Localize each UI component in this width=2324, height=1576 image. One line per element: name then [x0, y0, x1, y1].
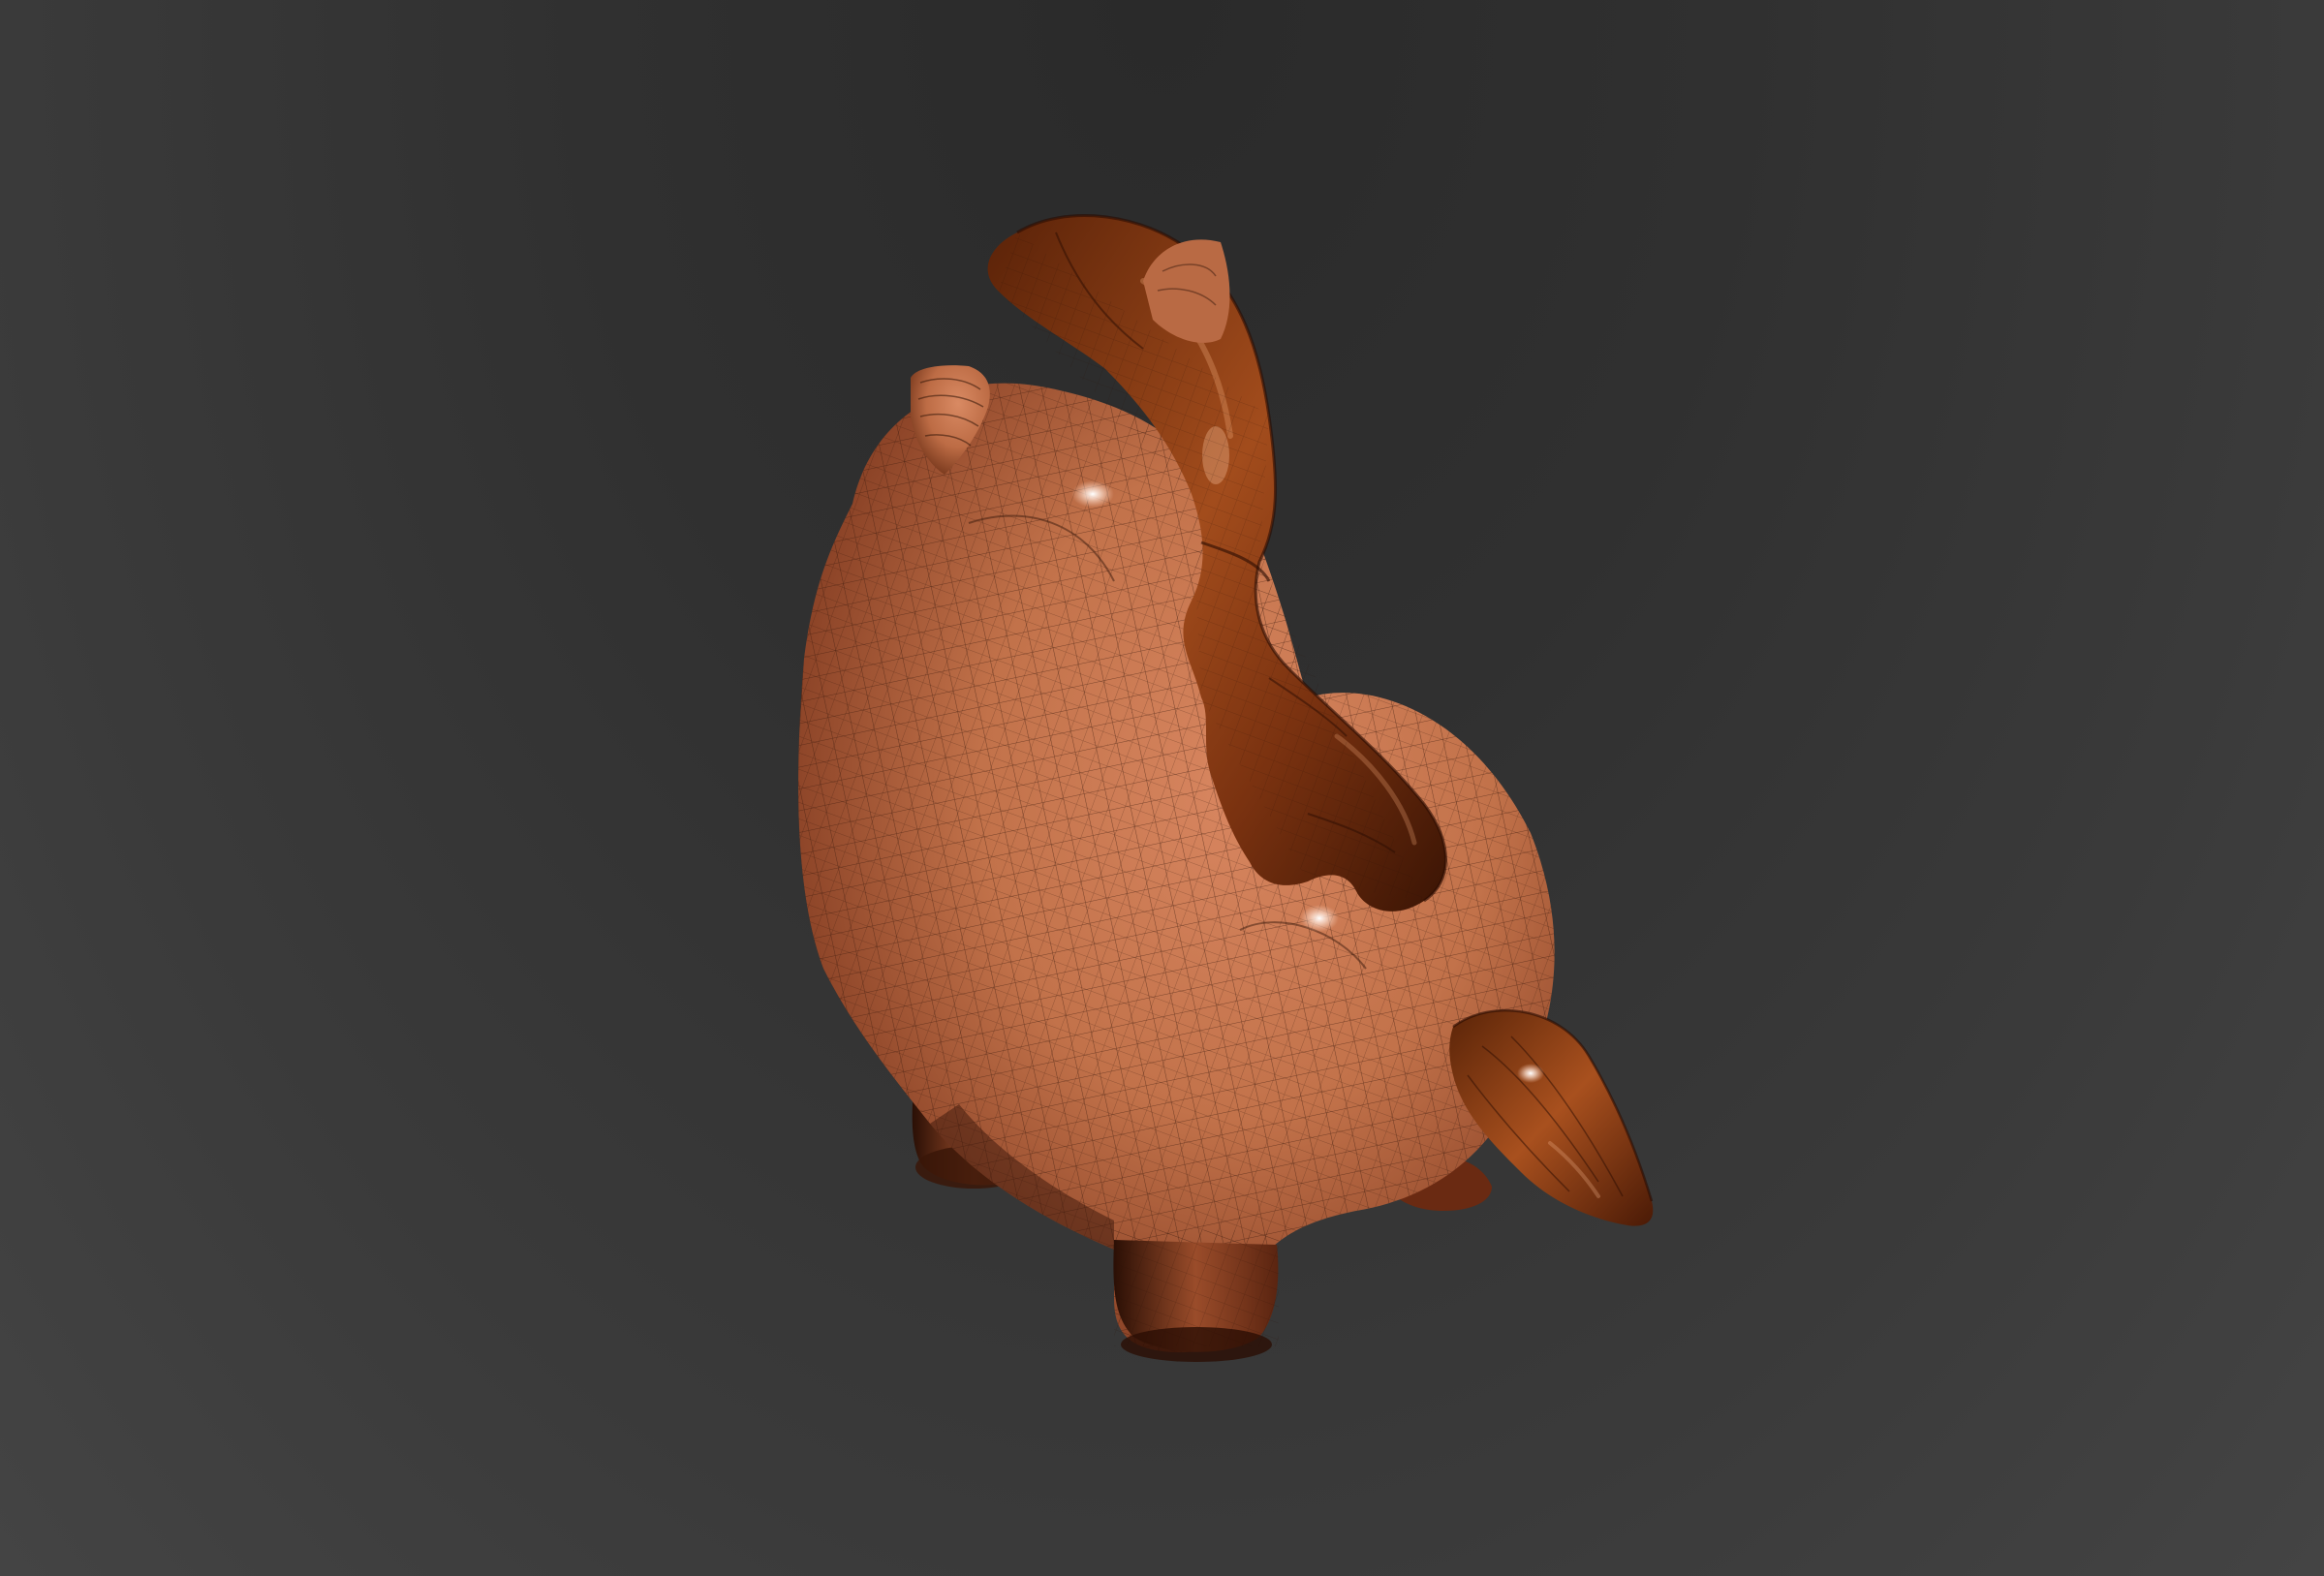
front-leg[interactable]	[1113, 1230, 1279, 1362]
horse-body[interactable]	[775, 349, 1598, 1375]
3d-viewport[interactable]	[0, 0, 2324, 1576]
horse-model[interactable]	[0, 0, 2324, 1576]
